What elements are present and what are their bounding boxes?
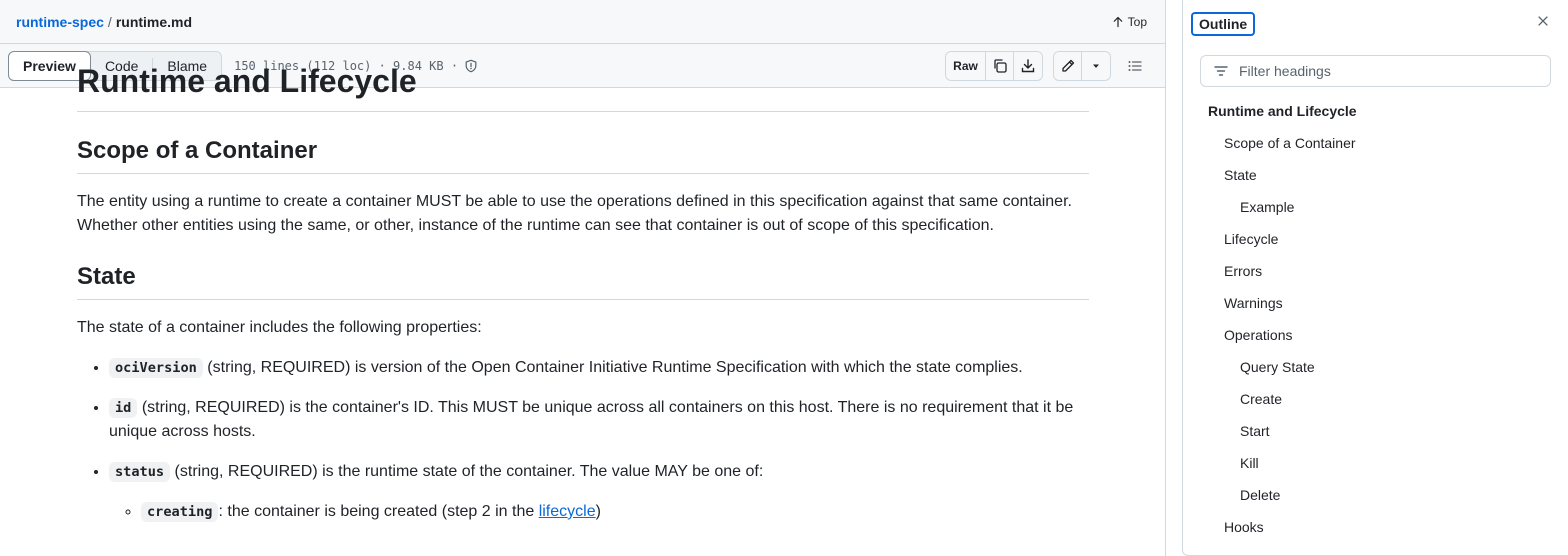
heading-runtime-and-lifecycle: Runtime and Lifecycle — [77, 58, 1089, 112]
top-button[interactable]: Top — [1112, 15, 1147, 29]
filter-icon — [1213, 63, 1229, 79]
lifecycle-link[interactable]: lifecycle — [539, 503, 596, 520]
breadcrumb-separator: / — [107, 13, 112, 30]
outline-item[interactable]: Start — [1208, 415, 1548, 447]
list-item: status (string, REQUIRED) is the runtime… — [109, 460, 1089, 524]
outline-item[interactable]: Errors — [1208, 255, 1548, 287]
outline-item[interactable]: Hooks — [1208, 511, 1548, 543]
status-values-list: creating: the container is being created… — [109, 500, 1089, 524]
breadcrumb-repo-link[interactable]: runtime-spec — [16, 14, 104, 30]
inline-code: id — [109, 398, 138, 418]
file-header: runtime-spec / runtime.md Top — [0, 0, 1165, 44]
property-description: (string, REQUIRED) is the runtime state … — [170, 463, 764, 480]
outline-title: Outline — [1191, 12, 1256, 36]
outline-item[interactable]: Scope of a Container — [1208, 127, 1548, 159]
close-outline-button[interactable] — [1536, 14, 1550, 28]
x-icon — [1536, 14, 1550, 28]
outline-item[interactable]: Create — [1208, 383, 1548, 415]
status-description-end: ) — [595, 503, 601, 520]
list-unordered-icon — [1127, 58, 1143, 74]
breadcrumb-file: runtime.md — [115, 13, 193, 30]
heading-state: State — [77, 262, 1089, 300]
state-properties-list: ociVersion (string, REQUIRED) is version… — [77, 356, 1089, 524]
heading-scope-of-a-container: Scope of a Container — [77, 136, 1089, 174]
inline-code: status — [109, 462, 171, 482]
scope-paragraph: The entity using a runtime to create a c… — [77, 193, 1072, 234]
outline-item[interactable]: Operations — [1208, 319, 1548, 351]
status-description: : the container is being created (step 2… — [218, 503, 539, 520]
triangle-down-icon — [1090, 60, 1102, 72]
outline-item[interactable]: Delete — [1208, 479, 1548, 511]
inline-code: creating — [141, 502, 219, 522]
arrow-up-icon — [1112, 16, 1124, 28]
filter-headings-input[interactable] — [1239, 63, 1539, 79]
filter-headings-field — [1200, 55, 1551, 87]
inline-code: ociVersion — [109, 358, 203, 378]
outline-panel: Outline Runtime and LifecycleScope of a … — [1182, 0, 1568, 556]
outline-item[interactable]: Runtime and Lifecycle — [1208, 95, 1548, 127]
list-item: creating: the container is being created… — [141, 500, 1089, 524]
state-intro: The state of a container includes the fo… — [77, 319, 482, 336]
outline-item[interactable]: Kill — [1208, 447, 1548, 479]
list-item: id (string, REQUIRED) is the container's… — [109, 396, 1089, 444]
outline-item[interactable]: Query State — [1208, 351, 1548, 383]
outline-item[interactable]: Lifecycle — [1208, 223, 1548, 255]
property-description: (string, REQUIRED) is the container's ID… — [109, 399, 1074, 440]
outline-item[interactable]: Example — [1208, 191, 1548, 223]
list-item: ociVersion (string, REQUIRED) is version… — [109, 356, 1089, 380]
markdown-body: Runtime and Lifecycle Scope of a Contain… — [77, 58, 1089, 540]
file-pane: runtime-spec / runtime.md Top Preview Code… — [0, 0, 1166, 556]
symbols-button[interactable] — [1121, 58, 1149, 74]
outline-headings-list: Runtime and Lifecycle Scope of a Containe… — [1208, 95, 1548, 543]
outline-item[interactable]: State — [1208, 159, 1548, 191]
outline-item[interactable]: Warnings — [1208, 287, 1548, 319]
property-description: (string, REQUIRED) is version of the Ope… — [202, 359, 1023, 376]
top-label: Top — [1127, 14, 1147, 29]
breadcrumb: runtime-spec / runtime.md — [16, 14, 192, 30]
